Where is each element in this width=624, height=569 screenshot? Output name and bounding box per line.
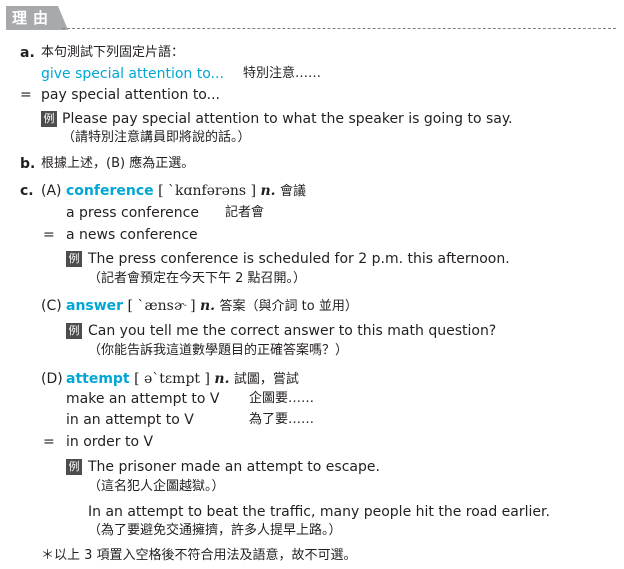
option-c-example-zh: （你能告訴我這道數學題目的正確答案嗎？） <box>88 343 349 358</box>
section-title: 理由 <box>12 9 55 27</box>
option-d-phrase3: in order to V <box>66 434 154 450</box>
option-d-example1-zh: （這名犯人企圖越獄。） <box>88 479 225 494</box>
example-mark-icon: 例 <box>66 459 82 475</box>
option-a-meaning: 會議 <box>280 184 307 199</box>
option-d-entry: attempt [ əˋtɛmpt ] n. 試圖，嘗試 <box>66 370 299 389</box>
item-a-phrase: give special attention to... <box>41 66 224 82</box>
option-a-pos: n. <box>260 183 276 199</box>
option-c-word: answer <box>66 298 124 314</box>
option-d-example2-zh: （為了要避免交通擁擠，許多人提早上路。） <box>88 523 342 538</box>
item-a-eq: = <box>20 87 32 103</box>
item-b-label: b. <box>20 156 36 172</box>
item-a-example-zh: （請特別注意講員即將說的話。） <box>62 130 251 145</box>
example-mark-icon: 例 <box>66 323 82 339</box>
item-c-label: c. <box>20 183 34 199</box>
option-d-pos: n. <box>214 371 230 387</box>
item-a-synonym: pay special attention to... <box>41 87 220 103</box>
item-a-label: a. <box>20 45 35 61</box>
option-a-phrase1-zh: 記者會 <box>225 205 265 220</box>
item-b-text: 根據上述，(B) 應為正選。 <box>41 156 195 171</box>
option-a-ipa: [ ˋkɑnfərəns ] <box>158 183 257 199</box>
option-c-mark: (C) <box>41 298 62 314</box>
option-c-example-en: Can you tell me the correct answer to th… <box>88 323 497 339</box>
option-c-ipa: [ ˋænsɚ ] <box>127 298 196 314</box>
option-c-meaning: 答案（與介詞 to 並用） <box>219 299 358 314</box>
item-a-phrase-zh: 特別注意…… <box>243 66 322 81</box>
option-d-phrase2: in an attempt to V <box>66 412 194 428</box>
option-d-phrase2-zh: 為了要…… <box>249 412 315 427</box>
option-d-mark: (D) <box>41 371 63 387</box>
option-d-example1-en: The prisoner made an attempt to escape. <box>88 459 380 475</box>
header-divider <box>62 28 616 29</box>
option-d-ipa: [ əˋtɛmpt ] <box>134 371 210 387</box>
example-mark-icon: 例 <box>66 251 82 267</box>
option-c-pos: n. <box>200 298 216 314</box>
item-a-example-en: Please pay special attention to what the… <box>62 111 513 127</box>
option-a-mark: (A) <box>41 183 62 199</box>
option-a-word: conference <box>66 183 154 199</box>
option-d-phrase1: make an attempt to V <box>66 391 220 407</box>
option-a-phrase1: a press conference <box>66 205 199 221</box>
item-a-intro: 本句測試下列固定片語： <box>41 45 185 60</box>
option-a-entry: conference [ ˋkɑnfərəns ] n. 會議 <box>66 182 306 201</box>
example-mark-icon: 例 <box>41 111 57 127</box>
option-d-example2-en: In an attempt to beat the traffic, many … <box>88 504 550 520</box>
footnote: ＊以上 3 項置入空格後不符合用法及語意，故不可選。 <box>41 548 357 563</box>
option-a-phrase2: a news conference <box>66 227 198 243</box>
option-d-word: attempt <box>66 371 130 387</box>
option-d-meaning: 試圖，嘗試 <box>233 372 299 387</box>
option-a-eq: = <box>43 227 55 243</box>
option-c-entry: answer [ ˋænsɚ ] n. 答案（與介詞 to 並用） <box>66 297 358 316</box>
option-d-eq: = <box>43 434 55 450</box>
option-a-example-en: The press conference is scheduled for 2 … <box>88 251 510 267</box>
option-d-phrase1-zh: 企圖要…… <box>249 391 315 406</box>
option-a-example-zh: （記者會預定在今天下午 2 點召開。） <box>88 271 307 286</box>
